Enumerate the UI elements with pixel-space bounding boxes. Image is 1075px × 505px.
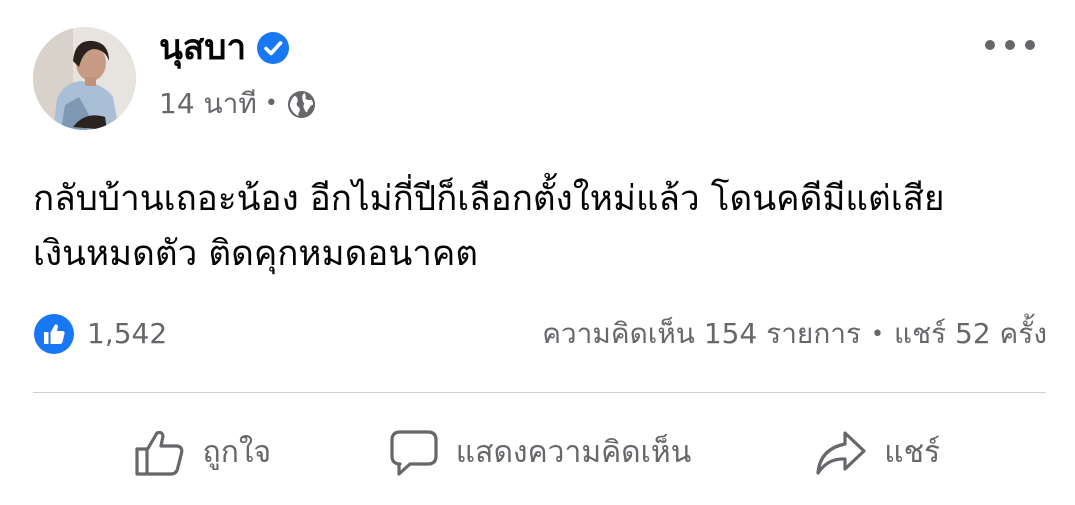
divider (33, 392, 1046, 393)
avatar[interactable] (33, 27, 136, 130)
post-text-line: กลับบ้านเถอะน้อง อีกไม่กี่ปีก็เลือกตั้งใ… (33, 179, 945, 219)
author-name[interactable]: นุสบา (159, 26, 246, 70)
like-reaction-icon (34, 314, 74, 354)
reactions-summary[interactable]: 1,542 (33, 312, 167, 356)
post-text-line: เงินหมดตัว ติดคุกหมดอนาคต (33, 234, 479, 274)
share-button[interactable]: แชร์ (708, 405, 1046, 500)
thumbs-up-icon (134, 430, 183, 476)
reaction-count: 1,542 (87, 317, 168, 350)
share-count-link[interactable]: แชร์ 52 ครั้ง (894, 312, 1047, 356)
comment-button[interactable]: แสดงความคิดเห็น (371, 405, 709, 500)
more-options-icon[interactable] (985, 30, 1035, 60)
avatar-image (33, 27, 136, 130)
facebook-post: นุสบา 14 นาที • กลับบ้านเถอะน้อง อีกไม่ก… (0, 0, 1075, 505)
comment-label: แสดงความคิดเห็น (455, 435, 692, 470)
share-label: แชร์ (884, 435, 941, 470)
more-dot (985, 40, 995, 50)
more-dot (1025, 40, 1035, 50)
post-body: กลับบ้านเถอะน้อง อีกไม่กี่ปีก็เลือกตั้งใ… (33, 172, 1053, 282)
engagement-separator: • (871, 321, 885, 347)
author-row: นุสบา (159, 26, 290, 70)
like-label: ถูกใจ (202, 435, 272, 470)
comment-bubble-icon (390, 429, 438, 476)
like-button[interactable]: ถูกใจ (33, 405, 371, 500)
share-arrow-icon (816, 430, 866, 475)
action-bar: ถูกใจ แสดงความคิดเห็น แชร์ (33, 405, 1046, 500)
comment-count-link[interactable]: ความคิดเห็น 154 รายการ (542, 312, 861, 356)
engagement-summary: ความคิดเห็น 154 รายการ • แชร์ 52 ครั้ง (542, 312, 1047, 356)
post-timestamp[interactable]: 14 นาที (159, 84, 257, 124)
globe-icon[interactable] (286, 89, 317, 120)
post-meta: 14 นาที • (159, 84, 317, 124)
verified-badge-icon (257, 32, 290, 64)
meta-separator: • (264, 91, 278, 116)
more-dot (1005, 40, 1015, 50)
